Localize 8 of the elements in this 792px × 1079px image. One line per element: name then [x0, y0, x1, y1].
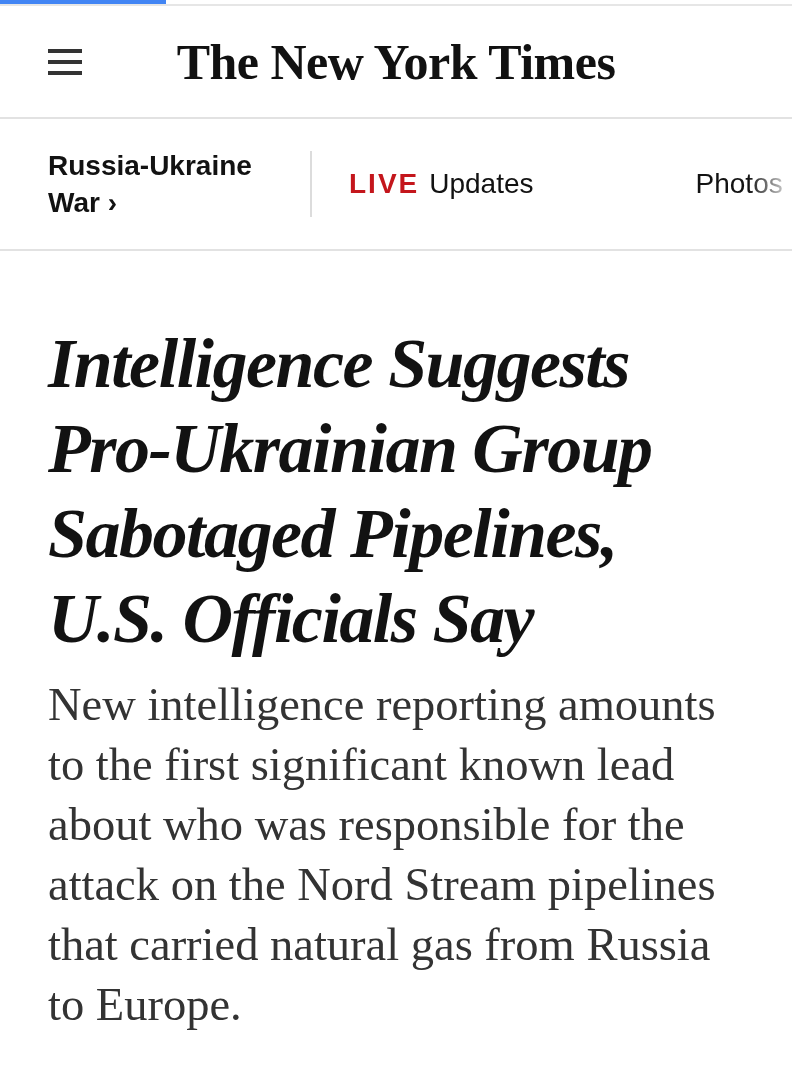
article-summary: New intelligence reporting amounts to the first significant known lead about who was responsible for the attack on the Nord Stream pipelines that carried natural gas from Russia to Europe. — [48, 678, 717, 1032]
article-headline: Intelligence Suggests Pro-Ukrainian Group Sabotaged Pipelines, U.S. Officials Say — [48, 324, 653, 659]
menu-button[interactable] — [48, 48, 82, 75]
newspaper-logo[interactable]: The New York Times — [176, 36, 616, 87]
menu-icon — [48, 48, 82, 75]
live-updates-link[interactable]: LIVE Updates — [349, 170, 534, 198]
section-link[interactable]: Russia-Ukraine War › — [48, 147, 284, 221]
nav-link[interactable]: Photos — [695, 170, 783, 198]
